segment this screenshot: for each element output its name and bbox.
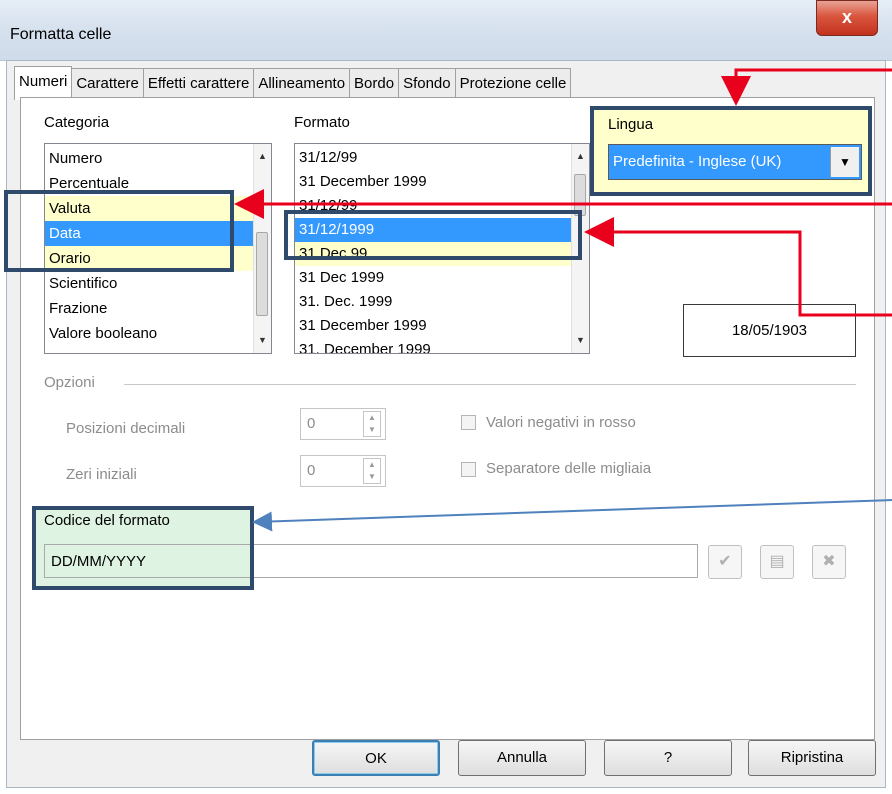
red-arrow-format bbox=[584, 217, 892, 317]
blue-arrow-format-code bbox=[252, 499, 892, 532]
red-arrow-language bbox=[721, 68, 892, 106]
annotation-arrows bbox=[234, 68, 892, 532]
